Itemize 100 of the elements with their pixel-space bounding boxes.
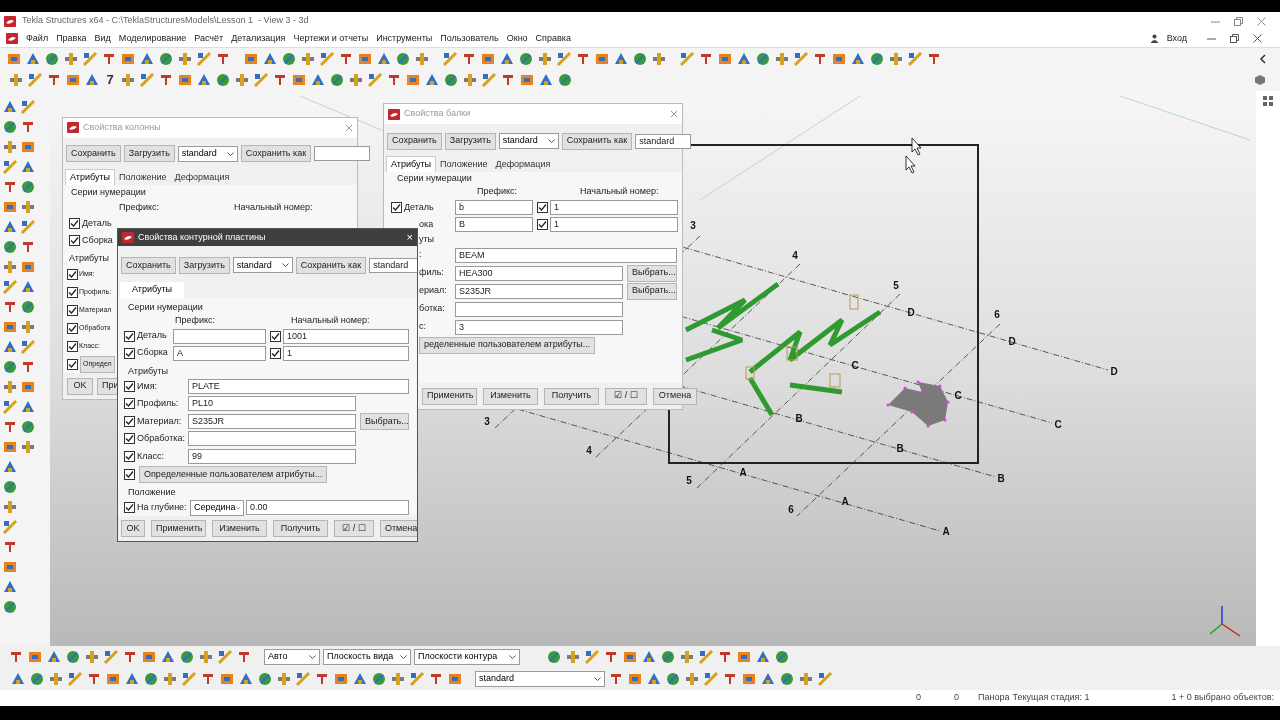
tool-icon[interactable] — [20, 239, 36, 255]
tool-icon[interactable] — [2, 399, 18, 415]
checkbox[interactable] — [67, 268, 78, 280]
input-field[interactable]: 1 — [283, 345, 409, 361]
input-field[interactable]: b — [455, 200, 533, 215]
tool-icon[interactable] — [329, 72, 345, 88]
checkbox[interactable] — [270, 330, 281, 342]
tool-icon[interactable] — [760, 671, 776, 687]
input-field[interactable]: PLATE — [188, 378, 409, 394]
tool-icon[interactable] — [538, 72, 554, 88]
tool-icon[interactable] — [46, 649, 62, 665]
tool-icon[interactable] — [44, 50, 60, 67]
preset-select[interactable]: standard — [232, 257, 293, 274]
chevron-left-icon[interactable] — [1259, 53, 1267, 64]
tool-icon[interactable] — [219, 671, 235, 687]
tool-icon[interactable] — [158, 72, 174, 88]
tool-icon[interactable] — [20, 439, 36, 455]
tool-icon[interactable] — [442, 50, 458, 67]
tool-icon[interactable] — [10, 671, 26, 687]
tool-icon[interactable] — [537, 50, 553, 67]
tool-icon[interactable] — [798, 671, 814, 687]
input-field[interactable]: standard — [369, 257, 417, 273]
tool-icon[interactable] — [105, 671, 121, 687]
tool-icon[interactable] — [27, 649, 43, 665]
checkbox[interactable] — [67, 358, 78, 370]
tool-icon[interactable] — [632, 50, 648, 67]
restore-icon[interactable] — [1234, 16, 1243, 26]
input-field[interactable] — [314, 146, 371, 162]
tool-icon[interactable] — [215, 72, 231, 88]
dialog-button[interactable]: Изменить — [212, 520, 267, 538]
tool-icon[interactable] — [20, 319, 36, 335]
tool-icon[interactable] — [2, 479, 18, 495]
cancel-button[interactable]: Отмена — [380, 520, 417, 538]
input-field[interactable]: B — [455, 217, 533, 232]
checkbox[interactable] — [124, 502, 135, 514]
tool-icon[interactable] — [2, 379, 18, 395]
tool-icon[interactable] — [177, 50, 193, 67]
tool-icon[interactable] — [253, 72, 269, 88]
menu-item[interactable]: Чертежи и отчеты — [293, 31, 369, 46]
checkbox[interactable] — [124, 433, 135, 445]
tool-icon[interactable] — [371, 671, 387, 687]
tool-icon[interactable] — [20, 359, 36, 375]
input-field[interactable]: S235JR — [455, 283, 623, 299]
depth-select[interactable]: Середина — [190, 499, 244, 516]
tool-icon[interactable] — [103, 649, 119, 665]
restore-icon[interactable] — [1230, 34, 1239, 43]
tool-icon[interactable] — [236, 649, 252, 665]
tool-icon[interactable] — [314, 671, 330, 687]
tool-icon[interactable] — [2, 599, 18, 615]
save-as-button[interactable]: Сохранить как — [561, 132, 633, 150]
tool-icon[interactable] — [2, 299, 18, 315]
save-button[interactable]: Сохранить — [387, 132, 442, 150]
tool-icon[interactable] — [414, 50, 430, 67]
checkbox[interactable] — [69, 235, 80, 247]
dropdown[interactable]: Плоскость вида — [323, 649, 411, 665]
tool-icon[interactable] — [2, 159, 18, 175]
tool-icon[interactable] — [310, 72, 326, 88]
checkbox[interactable] — [67, 286, 78, 298]
ok-button[interactable]: OK — [67, 377, 93, 395]
input-field[interactable]: HEA300 — [455, 265, 623, 281]
tool-icon[interactable] — [679, 649, 695, 665]
input-field[interactable]: A — [173, 345, 266, 361]
tool-icon[interactable] — [20, 219, 36, 235]
tool-icon[interactable] — [295, 671, 311, 687]
menu-item[interactable]: Справка — [535, 31, 571, 46]
tool-icon[interactable] — [196, 50, 212, 67]
tool-icon[interactable] — [20, 159, 36, 175]
user-attributes-button[interactable]: ределенные пользователем атрибуты... — [419, 336, 596, 354]
tool-icon[interactable] — [2, 559, 18, 575]
tool-icon[interactable] — [20, 339, 36, 355]
dialog-button[interactable]: Изменить — [483, 387, 538, 405]
checkbox[interactable] — [69, 218, 80, 230]
tool-icon[interactable] — [348, 72, 364, 88]
tool-icon[interactable] — [888, 50, 904, 67]
input-field[interactable] — [455, 301, 623, 317]
tool-icon[interactable] — [651, 50, 667, 67]
tool-icon[interactable] — [2, 359, 18, 375]
tool-icon[interactable] — [546, 649, 562, 665]
tool-icon[interactable] — [272, 72, 288, 88]
dropdown[interactable]: Плоскости контура — [414, 649, 520, 665]
checkbox[interactable] — [537, 202, 548, 213]
toolbar-label[interactable]: 7 — [103, 70, 117, 90]
tool-icon[interactable] — [817, 671, 833, 687]
input-field[interactable] — [188, 431, 356, 447]
tool-icon[interactable] — [557, 72, 573, 88]
checkbox[interactable] — [124, 469, 135, 481]
dialog-button[interactable]: Применить — [422, 387, 477, 405]
toggle-all-button[interactable]: ☑ / ☐ — [605, 387, 647, 405]
tool-icon[interactable] — [276, 671, 292, 687]
tool-icon[interactable] — [395, 50, 411, 67]
toggle-all-button[interactable]: ☑ / ☐ — [334, 520, 374, 538]
tool-icon[interactable] — [660, 649, 676, 665]
tool-icon[interactable] — [8, 72, 24, 88]
input-field[interactable]: 1001 — [283, 328, 409, 344]
tool-icon[interactable] — [793, 50, 809, 67]
input-field[interactable]: 0.00 — [246, 500, 409, 516]
checkbox[interactable] — [124, 415, 135, 427]
tool-icon[interactable] — [333, 671, 349, 687]
tool-icon[interactable] — [2, 499, 18, 515]
tool-icon[interactable] — [319, 50, 335, 67]
